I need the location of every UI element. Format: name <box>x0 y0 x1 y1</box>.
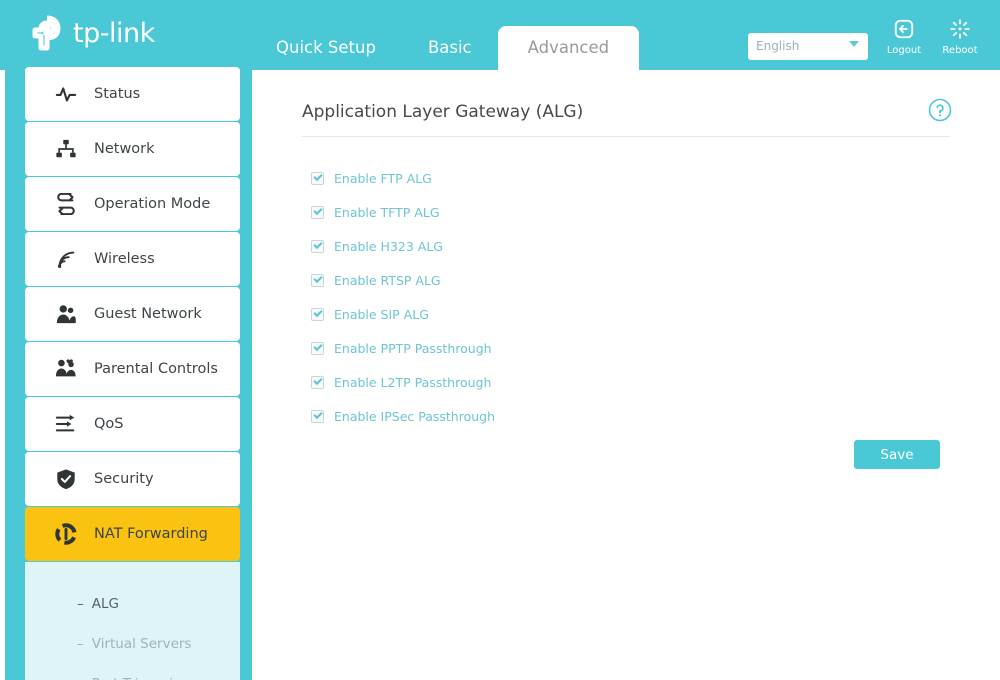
sidebar-nav: Status Network Operation Mode Wireless G… <box>25 67 240 680</box>
sidebar-item-label: Security <box>94 471 154 487</box>
submenu-dash: – <box>77 596 84 612</box>
panel-header: Application Layer Gateway (ALG) <box>302 70 952 137</box>
page-title: Application Layer Gateway (ALG) <box>302 102 950 137</box>
reboot-icon <box>933 18 987 42</box>
checkbox-sip-alg[interactable] <box>311 307 324 321</box>
brand-name: tp-link <box>73 17 155 49</box>
checkbox-row-ipsec-passthrough[interactable]: Enable IPSec Passthrough <box>311 399 1000 433</box>
sidebar-item-label: Parental Controls <box>94 361 218 377</box>
pulse-icon <box>55 83 77 105</box>
submenu-dash: – <box>77 676 84 680</box>
checkbox-row-ftp-alg[interactable]: Enable FTP ALG <box>311 161 1000 195</box>
checkbox-row-pptp-passthrough[interactable]: Enable PPTP Passthrough <box>311 331 1000 365</box>
check-icon <box>313 239 323 249</box>
checkbox-ftp-alg[interactable] <box>311 171 324 185</box>
sidebar-subitem-virtual-servers[interactable]: – Virtual Servers <box>25 624 240 664</box>
sidebar-item-qos[interactable]: QoS <box>25 397 240 451</box>
checkbox-rtsp-alg[interactable] <box>311 273 324 287</box>
sidebar-item-label: QoS <box>94 416 124 432</box>
language-select[interactable]: English <box>748 33 868 60</box>
check-icon <box>313 341 323 351</box>
save-button[interactable]: Save <box>854 440 940 469</box>
sidebar-item-network[interactable]: Network <box>25 122 240 176</box>
sidebar-item-guest-network[interactable]: Guest Network <box>25 287 240 341</box>
submenu-dash: – <box>77 636 84 652</box>
reboot-label: Reboot <box>942 45 978 56</box>
logout-icon <box>877 18 931 42</box>
check-icon <box>313 171 323 181</box>
sidebar-item-parental-controls[interactable]: Parental Controls <box>25 342 240 396</box>
reboot-button[interactable]: Reboot <box>933 18 987 56</box>
logout-label: Logout <box>886 45 922 56</box>
check-icon <box>313 375 323 385</box>
left-edge-rail <box>0 0 5 680</box>
tplink-logo-icon <box>27 12 69 54</box>
checkbox-label: Enable FTP ALG <box>334 170 432 186</box>
check-icon <box>313 307 323 317</box>
check-icon <box>313 273 323 283</box>
checkbox-h323-alg[interactable] <box>311 239 324 253</box>
language-value: English <box>756 39 800 53</box>
sidebar-subitem-alg[interactable]: – ALG <box>25 584 240 624</box>
help-circle-icon[interactable] <box>928 98 952 122</box>
top-tabs: Quick Setup Basic Advanced <box>250 0 640 70</box>
sidebar-subitem-port-triggering[interactable]: – Port Triggering <box>25 664 240 680</box>
sidebar-item-label: Guest Network <box>94 306 202 322</box>
sidebar-item-nat-forwarding[interactable]: NAT Forwarding <box>25 507 240 561</box>
wifi-signal-icon <box>55 248 77 270</box>
tab-quick-setup[interactable]: Quick Setup <box>250 26 402 70</box>
checkbox-label: Enable TFTP ALG <box>334 204 440 220</box>
main-content-panel: Application Layer Gateway (ALG) Enable F… <box>252 70 1000 680</box>
sidebar-submenu-nat-forwarding: – ALG – Virtual Servers – Port Triggerin… <box>25 562 240 680</box>
guest-users-icon <box>55 303 77 325</box>
sidebar-subitem-label: ALG <box>91 596 119 612</box>
tab-advanced[interactable]: Advanced <box>497 26 640 70</box>
sidebar-subitem-label: Port Triggering <box>92 676 191 680</box>
checkbox-row-rtsp-alg[interactable]: Enable RTSP ALG <box>311 263 1000 297</box>
logout-button[interactable]: Logout <box>877 18 931 56</box>
checkbox-label: Enable IPSec Passthrough <box>334 408 496 424</box>
check-icon <box>313 409 323 419</box>
checkbox-tftp-alg[interactable] <box>311 205 324 219</box>
sidebar-item-status[interactable]: Status <box>25 67 240 121</box>
sidebar-item-label: Wireless <box>94 251 155 267</box>
brand-logo: tp-link <box>27 12 155 54</box>
check-icon <box>313 205 323 215</box>
checkbox-row-l2tp-passthrough[interactable]: Enable L2TP Passthrough <box>311 365 1000 399</box>
parental-controls-icon <box>55 358 77 380</box>
network-tree-icon <box>55 138 77 160</box>
checkbox-label: Enable SIP ALG <box>334 306 429 322</box>
checkbox-row-h323-alg[interactable]: Enable H323 ALG <box>311 229 1000 263</box>
sidebar-item-wireless[interactable]: Wireless <box>25 232 240 286</box>
checkbox-row-tftp-alg[interactable]: Enable TFTP ALG <box>311 195 1000 229</box>
checkbox-label: Enable L2TP Passthrough <box>334 374 492 390</box>
alg-checkbox-list: Enable FTP ALG Enable TFTP ALG Enable H3… <box>311 161 1000 433</box>
checkbox-l2tp-passthrough[interactable] <box>311 375 324 389</box>
sidebar-subitem-label: Virtual Servers <box>91 636 192 652</box>
qos-arrows-icon <box>55 413 77 435</box>
swap-arrows-icon <box>55 193 77 215</box>
app-header: tp-link Quick Setup Basic Advanced Engli… <box>0 0 1000 70</box>
checkbox-label: Enable H323 ALG <box>334 238 443 254</box>
checkbox-label: Enable RTSP ALG <box>334 272 441 288</box>
sidebar-item-label: Network <box>94 141 155 157</box>
sidebar-item-label: Operation Mode <box>94 196 211 212</box>
checkbox-pptp-passthrough[interactable] <box>311 341 324 355</box>
checkbox-ipsec-passthrough[interactable] <box>311 409 324 423</box>
sidebar-item-security[interactable]: Security <box>25 452 240 506</box>
nat-forwarding-icon <box>55 523 77 545</box>
tab-basic[interactable]: Basic <box>402 26 498 70</box>
chevron-down-icon <box>849 41 859 47</box>
sidebar-item-operation-mode[interactable]: Operation Mode <box>25 177 240 231</box>
sidebar-item-label: NAT Forwarding <box>94 526 208 542</box>
checkbox-label: Enable PPTP Passthrough <box>334 340 492 356</box>
shield-check-icon <box>55 468 77 490</box>
sidebar-item-label: Status <box>94 86 141 102</box>
checkbox-row-sip-alg[interactable]: Enable SIP ALG <box>311 297 1000 331</box>
